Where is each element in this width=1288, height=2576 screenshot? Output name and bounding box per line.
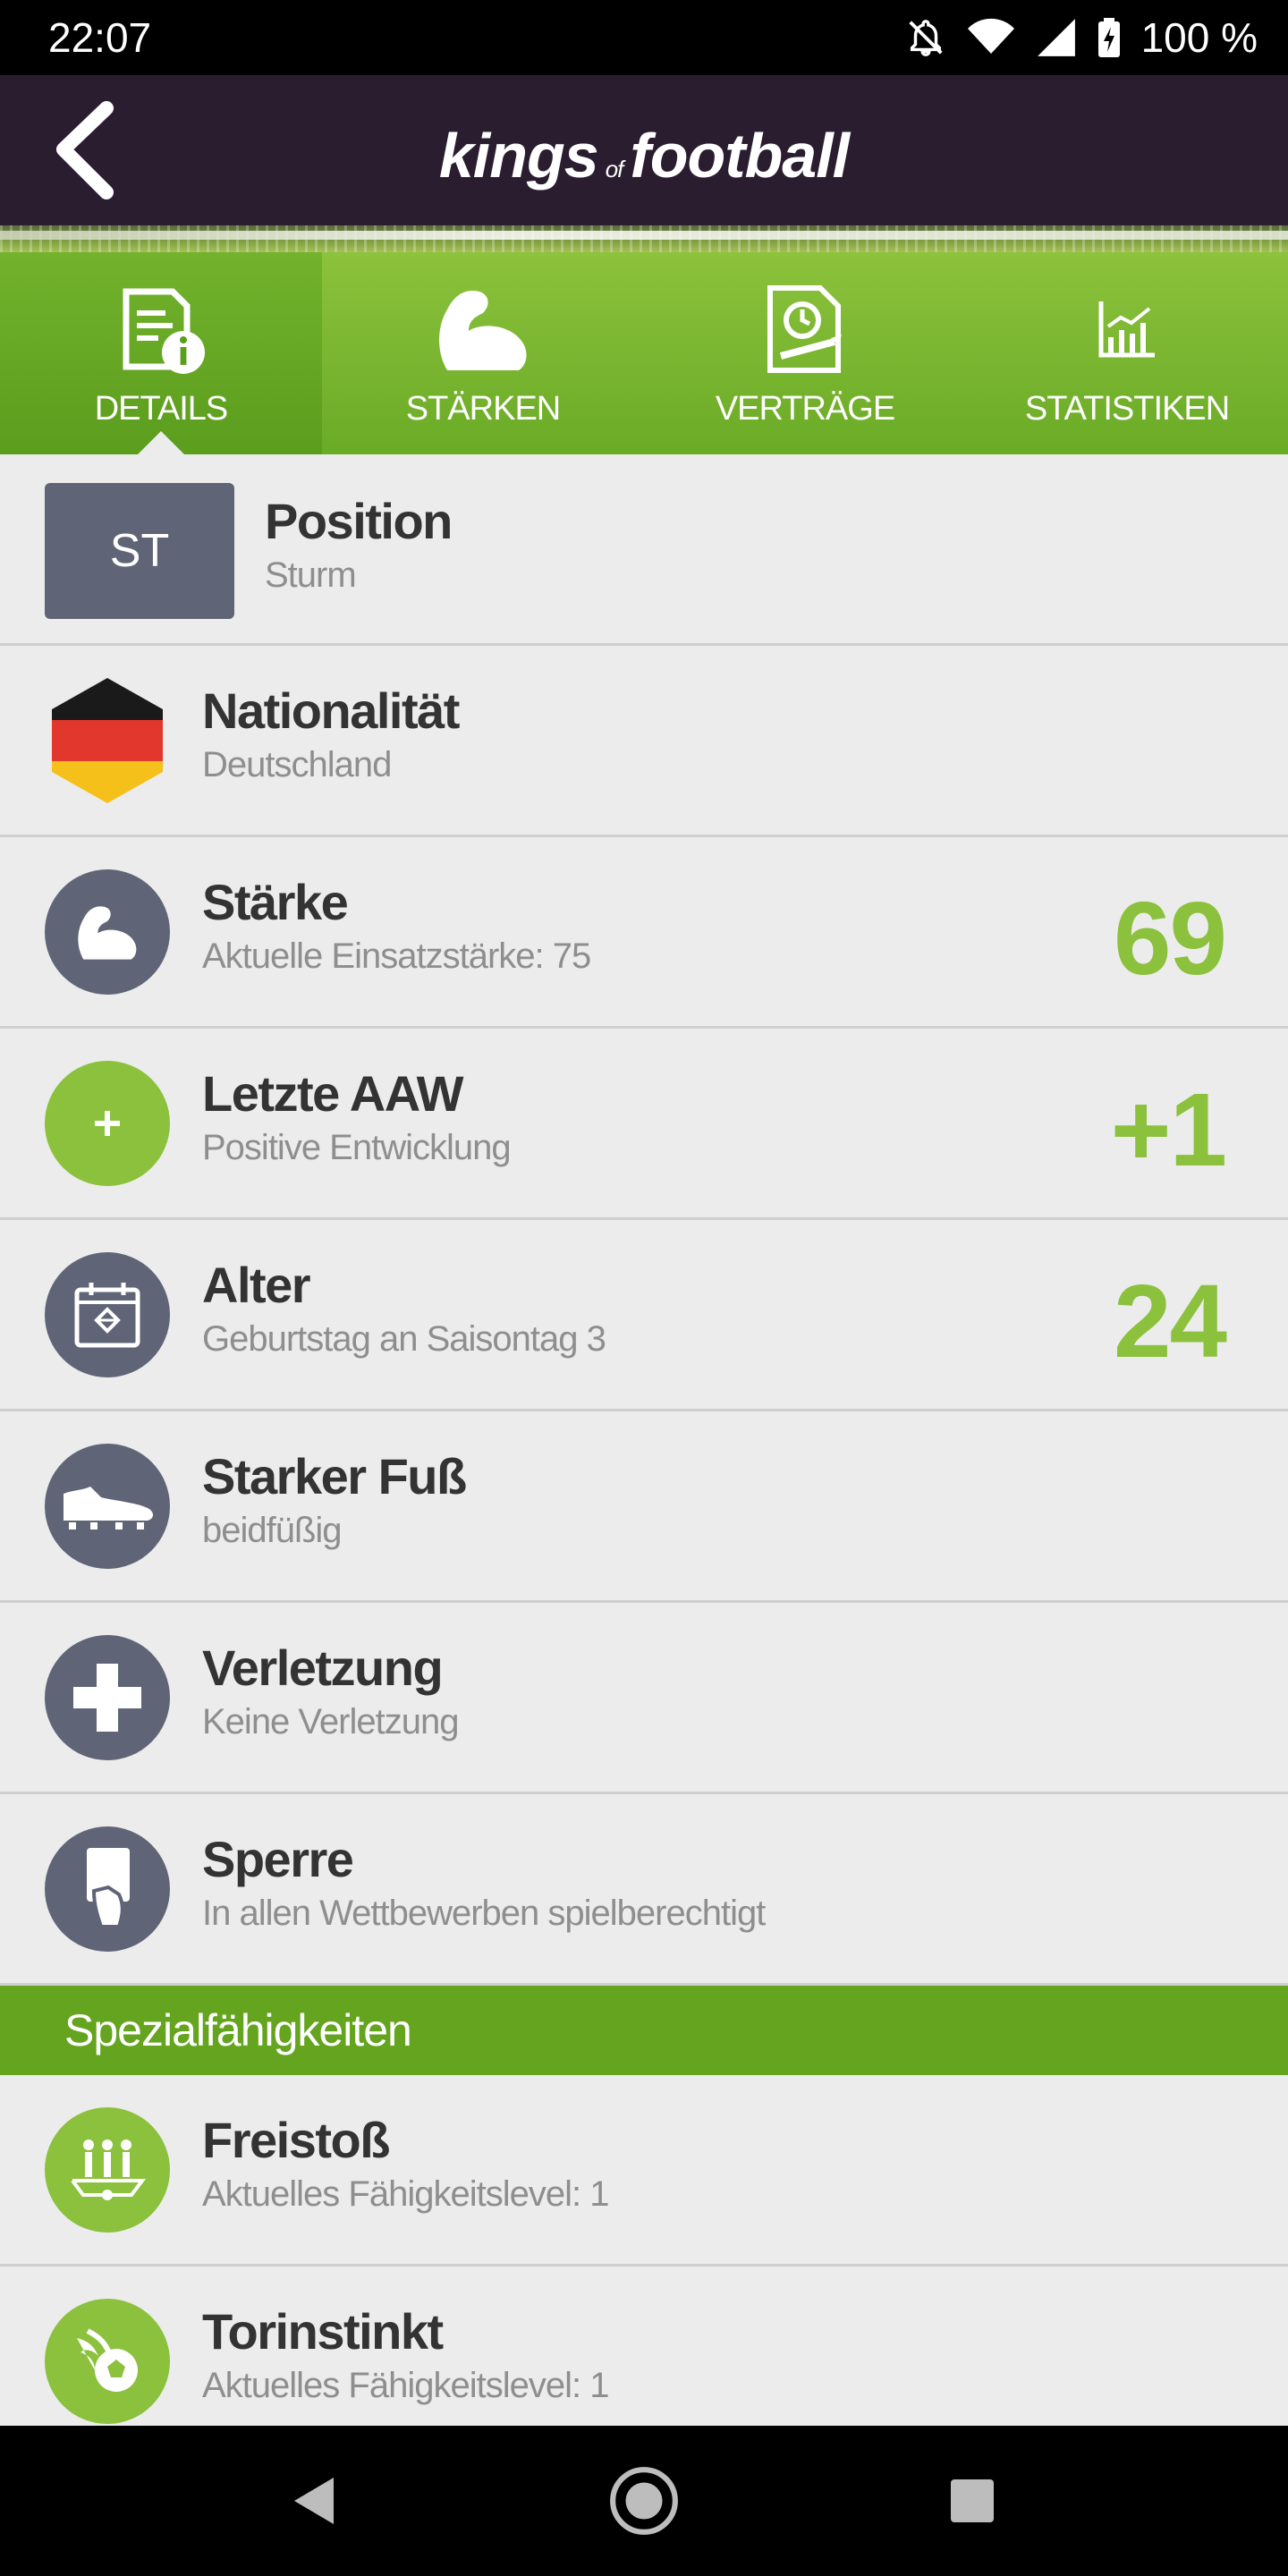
contract-clock-icon: [767, 285, 842, 373]
position-badge: ST: [45, 483, 234, 619]
strength-title: Stärke: [202, 874, 349, 930]
age-subtitle: Geburtstag an Saisontag 3: [202, 1319, 606, 1359]
age-value: 24: [1113, 1263, 1227, 1379]
status-time: 22:07: [48, 14, 152, 61]
calendar-icon: [45, 1252, 170, 1377]
age-title: Alter: [202, 1257, 311, 1313]
list-item-position[interactable]: ST Position Sturm: [0, 454, 1288, 646]
notifications-off-icon: [905, 17, 946, 58]
medical-cross-icon: [45, 1635, 170, 1760]
position-value: Sturm: [265, 555, 357, 595]
triangle-back-icon: [294, 2478, 335, 2524]
nationality-title: Nationalität: [202, 682, 460, 739]
nav-back-button[interactable]: [267, 2452, 365, 2550]
free-kick-title: Freistoß: [202, 2112, 390, 2168]
strength-value: 69: [1113, 880, 1227, 996]
list-item-strong-foot[interactable]: Starker Fuß beidfüßig: [0, 1411, 1288, 1603]
square-recents-icon: [950, 2479, 994, 2522]
flexed-biceps-icon: [439, 290, 527, 370]
suspension-title: Sperre: [202, 1831, 354, 1887]
referee-card-icon: [45, 1826, 170, 1952]
document-info-icon: [123, 288, 205, 374]
goal-instinct-title: Torinstinkt: [202, 2303, 444, 2360]
logo-text-football: football: [630, 121, 850, 191]
app-header: kings of football: [0, 75, 1288, 225]
grass-banner: [0, 225, 1288, 252]
battery-percentage: 100 %: [1140, 14, 1258, 61]
tab-staerken-label: STÄRKEN: [405, 390, 561, 428]
app-screen: 22:07 100 % kings of football DETAILS ST…: [0, 0, 1288, 2576]
tab-staerken[interactable]: STÄRKEN: [322, 252, 644, 454]
injury-value: Keine Verletzung: [202, 1702, 459, 1741]
last-aaw-subtitle: Positive Entwicklung: [202, 1128, 512, 1167]
app-logo: kings of football: [0, 120, 1288, 191]
tab-details[interactable]: DETAILS: [0, 252, 322, 454]
tab-vertraege-label: VERTRÄGE: [715, 390, 895, 428]
last-aaw-title: Letzte AAW: [202, 1065, 463, 1122]
tab-bar: DETAILS STÄRKEN VERTRÄGE STATISTIKEN: [0, 252, 1288, 454]
biceps-icon: [45, 869, 170, 995]
nav-recents-button[interactable]: [923, 2452, 1021, 2550]
list-item-injury[interactable]: Verletzung Keine Verletzung: [0, 1603, 1288, 1794]
plus-icon: [45, 1061, 170, 1186]
circle-home-icon: [610, 2467, 678, 2535]
status-bar: 22:07 100 %: [0, 0, 1288, 75]
list-item-age[interactable]: Alter Geburtstag an Saisontag 3 24: [0, 1220, 1288, 1411]
injury-title: Verletzung: [202, 1640, 444, 1696]
tab-statistiken[interactable]: STATISTIKEN: [966, 252, 1288, 454]
germany-flag-icon: [45, 678, 170, 803]
goal-instinct-level: Aktuelles Fähigkeitslevel: 1: [202, 2366, 609, 2405]
strength-subtitle: Aktuelle Einsatzstärke: 75: [202, 936, 591, 976]
free-kick-level: Aktuelles Fähigkeitslevel: 1: [202, 2174, 609, 2214]
list-item-suspension[interactable]: Sperre In allen Wettbewerben spielberech…: [0, 1794, 1288, 1986]
system-navigation-bar: [0, 2426, 1288, 2576]
signal-icon: [1036, 17, 1077, 58]
wifi-icon: [966, 17, 1016, 58]
tab-statistiken-label: STATISTIKEN: [1024, 390, 1230, 428]
status-icons: 100 %: [905, 13, 1258, 62]
tab-vertraege[interactable]: VERTRÄGE: [644, 252, 966, 454]
strong-foot-title: Starker Fuß: [202, 1448, 467, 1504]
position-title: Position: [265, 493, 453, 549]
list-item-last-aaw[interactable]: Letzte AAW Positive Entwicklung +1: [0, 1029, 1288, 1220]
logo-text-of: of: [605, 156, 624, 182]
suspension-value: In allen Wettbewerben spielberechtigt: [202, 1894, 766, 1933]
logo-text-kings: kings: [438, 121, 599, 191]
list-item-free-kick[interactable]: Freistoß Aktuelles Fähigkeitslevel: 1: [0, 2075, 1288, 2267]
nav-home-button[interactable]: [595, 2452, 693, 2550]
list-item-nationality[interactable]: Nationalität Deutschland: [0, 646, 1288, 837]
strong-foot-value: beidfüßig: [202, 1511, 343, 1550]
nationality-value: Deutschland: [202, 745, 392, 784]
tab-details-label: DETAILS: [94, 390, 229, 428]
special-abilities-header: Spezialfähigkeiten: [0, 1986, 1288, 2075]
football-boot-icon: [45, 1444, 170, 1569]
list-item-strength[interactable]: Stärke Aktuelle Einsatzstärke: 75 69: [0, 837, 1288, 1029]
last-aaw-value: +1: [1110, 1072, 1227, 1188]
chart-icon: [1098, 301, 1155, 358]
battery-charging-icon: [1097, 16, 1122, 59]
free-kick-wall-icon: [45, 2107, 170, 2233]
flaming-ball-icon: [45, 2299, 170, 2424]
player-details-list: ST Position Sturm Nationalität Deutschla…: [0, 454, 1288, 2458]
